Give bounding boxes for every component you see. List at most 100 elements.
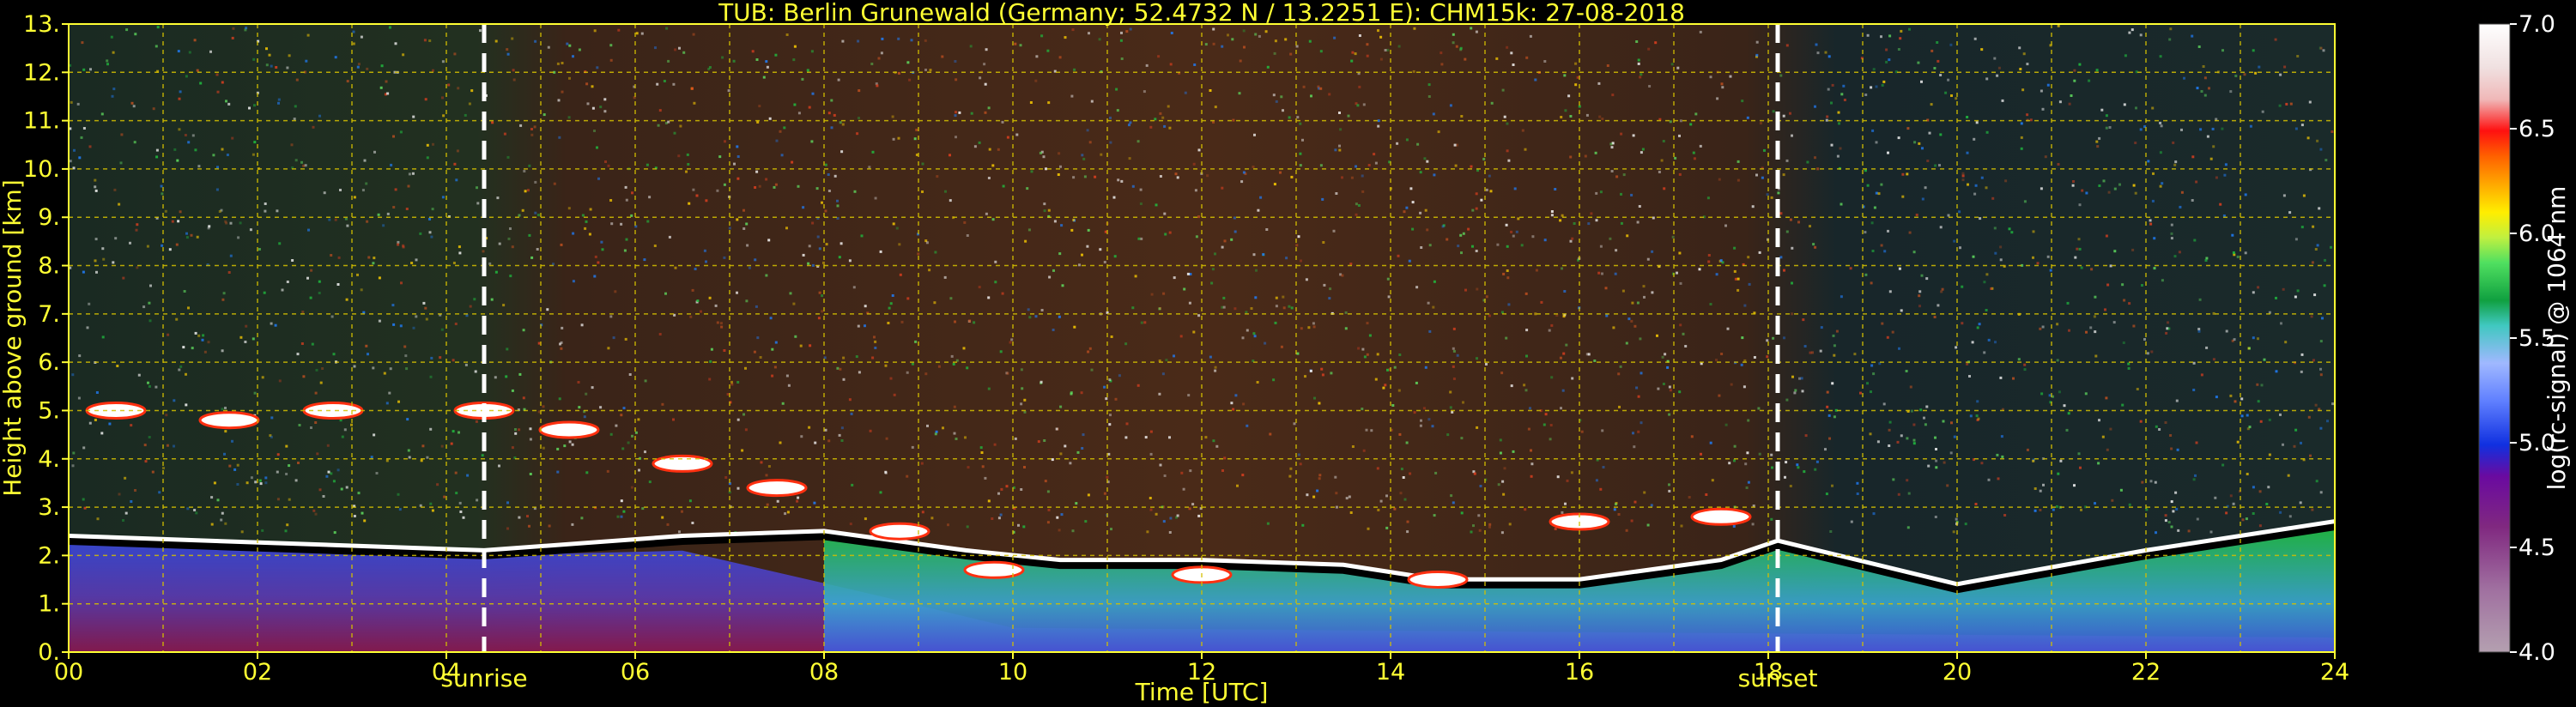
noise-speck	[1679, 119, 1682, 123]
noise-speck	[954, 60, 957, 63]
noise-speck	[1674, 156, 1677, 160]
noise-speck	[1876, 440, 1880, 444]
noise-speck	[678, 46, 681, 50]
noise-speck	[1058, 56, 1062, 59]
noise-speck	[1950, 94, 1953, 97]
noise-speck	[1183, 287, 1186, 291]
noise-speck	[318, 114, 321, 118]
noise-speck	[2180, 190, 2184, 194]
noise-speck	[2032, 256, 2034, 259]
noise-speck	[2071, 184, 2075, 187]
noise-speck	[1081, 253, 1083, 257]
noise-speck	[2001, 455, 2004, 458]
noise-speck	[1698, 268, 1701, 271]
noise-speck	[1641, 148, 1645, 151]
noise-speck	[1356, 104, 1360, 107]
noise-speck	[1047, 101, 1051, 105]
noise-speck	[1393, 366, 1397, 369]
noise-speck	[997, 517, 1001, 520]
noise-speck	[1139, 188, 1143, 191]
noise-speck	[404, 354, 408, 358]
noise-speck	[799, 344, 803, 347]
noise-speck	[1811, 351, 1814, 354]
noise-speck	[1348, 495, 1351, 499]
noise-speck	[1155, 512, 1158, 516]
noise-speck	[1023, 466, 1026, 468]
noise-speck	[1746, 116, 1749, 119]
noise-speck	[997, 492, 1000, 495]
noise-speck	[1273, 183, 1276, 186]
noise-speck	[1909, 385, 1912, 389]
noise-speck	[1163, 212, 1167, 215]
noise-speck	[978, 141, 981, 144]
noise-speck	[950, 354, 954, 358]
noise-speck	[1075, 502, 1078, 505]
noise-speck	[130, 500, 133, 503]
noise-speck	[848, 398, 852, 402]
noise-speck	[1027, 228, 1031, 232]
noise-speck	[1613, 508, 1616, 511]
noise-speck	[2285, 102, 2288, 106]
noise-speck	[1149, 497, 1152, 499]
noise-speck	[839, 367, 842, 371]
noise-speck	[984, 82, 987, 86]
noise-speck	[386, 212, 390, 215]
noise-speck	[1503, 115, 1506, 118]
noise-speck	[1452, 501, 1455, 505]
noise-speck	[111, 94, 114, 98]
noise-speck	[736, 177, 740, 180]
noise-speck	[1334, 475, 1337, 479]
noise-speck	[548, 524, 551, 528]
noise-speck	[459, 511, 463, 513]
noise-speck	[943, 275, 947, 279]
noise-speck	[1676, 271, 1678, 275]
noise-speck	[733, 162, 736, 166]
noise-speck	[773, 366, 777, 369]
noise-speck	[723, 256, 726, 259]
noise-speck	[954, 114, 957, 118]
noise-speck	[1302, 85, 1306, 88]
noise-speck	[2122, 341, 2125, 344]
noise-speck	[1313, 396, 1316, 400]
noise-speck	[1973, 37, 1977, 40]
x-tick-label: 04	[432, 659, 461, 686]
noise-speck	[848, 259, 852, 263]
noise-speck	[635, 32, 639, 35]
noise-speck	[814, 441, 817, 444]
noise-speck	[774, 53, 778, 57]
noise-speck	[900, 320, 904, 323]
noise-speck	[1993, 227, 1997, 230]
noise-speck	[811, 92, 815, 95]
noise-speck	[1737, 178, 1740, 182]
noise-speck	[609, 432, 613, 436]
noise-speck	[2108, 126, 2112, 129]
noise-speck	[1332, 229, 1336, 233]
noise-speck	[408, 456, 411, 459]
noise-speck	[2211, 127, 2215, 130]
noise-speck	[1745, 486, 1749, 489]
noise-speck	[1946, 484, 1949, 487]
noise-speck	[970, 112, 973, 115]
noise-speck	[1230, 238, 1233, 241]
noise-speck	[2128, 503, 2131, 506]
noise-speck	[593, 29, 597, 33]
noise-speck	[1454, 164, 1458, 167]
noise-speck	[1797, 466, 1800, 469]
noise-speck	[496, 196, 500, 200]
y-tick-label: 9.	[38, 204, 60, 231]
noise-speck	[101, 335, 105, 339]
noise-speck	[135, 228, 138, 232]
noise-speck	[1241, 474, 1245, 477]
noise-speck	[2170, 525, 2173, 529]
noise-speck	[1716, 97, 1719, 100]
noise-speck	[1039, 151, 1042, 154]
noise-speck	[161, 192, 164, 196]
noise-speck	[926, 424, 929, 427]
noise-speck	[705, 260, 707, 263]
noise-speck	[88, 302, 91, 305]
noise-speck	[1633, 445, 1636, 449]
noise-speck	[353, 515, 356, 517]
noise-speck	[514, 432, 518, 435]
noise-speck	[2074, 256, 2077, 259]
noise-speck	[600, 240, 603, 244]
